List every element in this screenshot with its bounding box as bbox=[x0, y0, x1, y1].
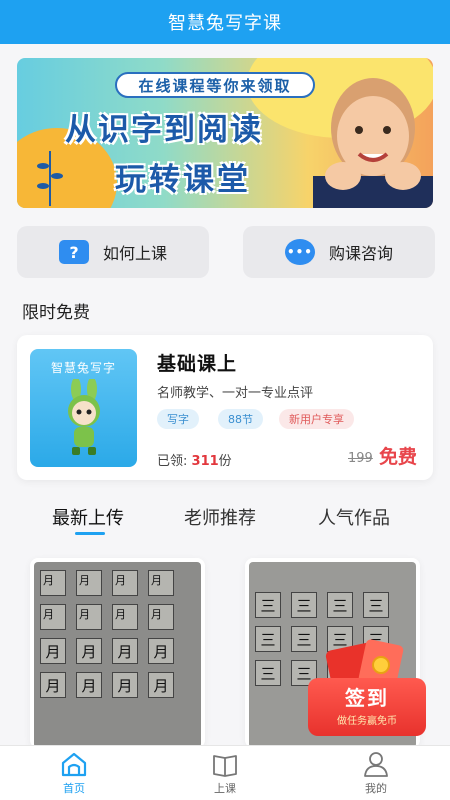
grid-cell: 月 bbox=[40, 570, 66, 596]
grid-cell: 月 bbox=[112, 638, 138, 664]
course-tag: 写字 bbox=[157, 409, 199, 429]
claimed-count: 已领: 311份 bbox=[157, 450, 232, 469]
grid-cell: 月 bbox=[148, 570, 174, 596]
child-photo bbox=[313, 78, 433, 208]
how-to-learn-button[interactable]: ? 如何上课 bbox=[17, 226, 209, 278]
sign-in-subtitle: 做任务赢免币 bbox=[337, 716, 397, 727]
original-price: 199 bbox=[348, 451, 373, 466]
grid-cell: 月 bbox=[40, 638, 66, 664]
grid-cell: 月 bbox=[112, 570, 138, 596]
grid-cell: 月 bbox=[76, 570, 102, 596]
free-price-label: 免费 bbox=[379, 446, 418, 468]
purchase-consult-button[interactable]: ••• 购课咨询 bbox=[243, 226, 435, 278]
chat-icon: ••• bbox=[284, 239, 315, 265]
nav-label-home: 首页 bbox=[63, 782, 85, 795]
coin-icon bbox=[372, 656, 390, 674]
grid-cell: 月 bbox=[148, 638, 174, 664]
nav-label-mine: 我的 bbox=[365, 782, 387, 795]
course-tag: 新用户专享 bbox=[279, 409, 354, 429]
book-icon bbox=[213, 755, 237, 777]
course-thumbnail-text: 智慧兔写字 bbox=[50, 361, 116, 375]
claimed-number: 311 bbox=[191, 454, 219, 469]
course-tag: 88节 bbox=[218, 409, 263, 429]
work-card[interactable]: 月 月 月 月 月 月 月 月 月 月 月 月 月 月 月 月 bbox=[30, 558, 205, 748]
purchase-consult-label: 购课咨询 bbox=[328, 244, 393, 263]
how-to-learn-label: 如何上课 bbox=[102, 244, 167, 263]
grid-cell: 月 bbox=[40, 672, 66, 698]
grid-cell: 三 bbox=[255, 592, 281, 618]
tab-latest[interactable]: 最新上传 bbox=[52, 504, 124, 530]
leaf-icon bbox=[37, 151, 63, 206]
grid-cell: 三 bbox=[327, 592, 353, 618]
promo-banner[interactable]: 在线课程等你来领取 从识字到阅读 玩转课堂 bbox=[17, 58, 433, 208]
rabbit-mascot-icon bbox=[68, 379, 100, 455]
course-title: 基础课上 bbox=[157, 353, 238, 375]
claimed-suffix: 份 bbox=[218, 454, 232, 469]
grid-cell: 月 bbox=[40, 604, 66, 630]
nav-item-class[interactable]: 上课 bbox=[185, 750, 265, 796]
grid-cell: 月 bbox=[76, 638, 102, 664]
grid-cell: 月 bbox=[148, 604, 174, 630]
grid-cell: 三 bbox=[255, 626, 281, 652]
nav-item-mine[interactable]: 我的 bbox=[336, 750, 416, 796]
grid-cell: 月 bbox=[148, 672, 174, 698]
grid-cell: 月 bbox=[76, 604, 102, 630]
app-title: 智慧兔写字课 bbox=[168, 13, 282, 34]
home-icon bbox=[61, 752, 87, 777]
course-thumbnail: 智慧兔写字 bbox=[30, 349, 137, 467]
sign-in-gift-button[interactable]: 签到 做任务赢免币 bbox=[300, 638, 440, 740]
banner-headline-2: 玩转课堂 bbox=[115, 162, 251, 198]
user-icon bbox=[364, 752, 388, 777]
question-icon: ? bbox=[58, 240, 89, 264]
grid-cell: 三 bbox=[255, 660, 281, 686]
grid-cell: 月 bbox=[112, 604, 138, 630]
nav-item-home[interactable]: 首页 bbox=[34, 750, 114, 796]
content-tabs: 最新上传 老师推荐 人气作品 bbox=[0, 500, 450, 540]
course-description: 名师教学、一对一专业点评 bbox=[157, 386, 314, 401]
course-card[interactable]: 智慧兔写字 基础课上 名师教学、一对一专业点评 写字 88节 新用户专享 已领:… bbox=[17, 335, 433, 480]
active-tab-indicator bbox=[75, 532, 105, 535]
banner-headline: 从识字到阅读 bbox=[65, 112, 263, 148]
grid-cell: 三 bbox=[291, 592, 317, 618]
nav-label-class: 上课 bbox=[214, 782, 236, 795]
tab-teacher-recommend[interactable]: 老师推荐 bbox=[184, 504, 256, 530]
section-title: 限时免费 bbox=[22, 303, 90, 323]
claimed-prefix: 已领: bbox=[157, 454, 188, 469]
grid-cell: 月 bbox=[76, 672, 102, 698]
tab-popular[interactable]: 人气作品 bbox=[318, 504, 390, 530]
app-root: 智慧兔写字课 在线课程等你来领取 从识字到阅读 玩转课堂 ? 如何上课 ••• … bbox=[0, 0, 450, 800]
worksheet-photo: 月 月 月 月 月 月 月 月 月 月 月 月 月 月 月 月 bbox=[34, 562, 201, 748]
grid-cell: 三 bbox=[363, 592, 389, 618]
grid-cell: 月 bbox=[112, 672, 138, 698]
banner-subtitle: 在线课程等你来领取 bbox=[115, 72, 315, 98]
app-header: 智慧兔写字课 bbox=[0, 0, 450, 44]
bottom-nav: 首页 上课 我的 bbox=[0, 745, 450, 800]
character-grid: 月 月 月 月 月 月 月 月 月 月 月 月 月 月 月 月 bbox=[40, 570, 174, 698]
sign-in-label: 签到 bbox=[345, 686, 389, 710]
